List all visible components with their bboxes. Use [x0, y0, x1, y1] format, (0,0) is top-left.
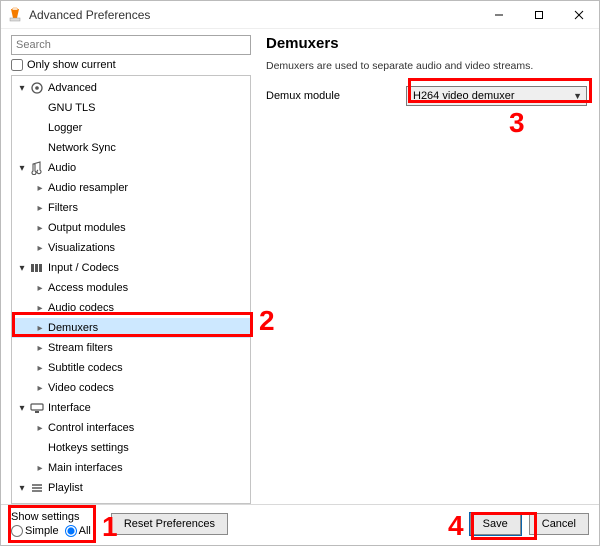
- reset-button[interactable]: Reset Preferences: [111, 513, 228, 535]
- tree-label: Main interfaces: [48, 462, 123, 474]
- tree-label: GNU TLS: [48, 102, 95, 114]
- radio-simple-wrap[interactable]: Simple: [11, 525, 59, 537]
- chevron-down-icon: ▾: [16, 482, 28, 494]
- tree-label: Access modules: [48, 282, 128, 294]
- tree-item-audio-codecs[interactable]: ▸Audio codecs: [12, 298, 250, 318]
- page-title: Demuxers: [266, 35, 587, 52]
- tree-item-hotkeys-settings[interactable]: Hotkeys settings: [12, 438, 250, 458]
- save-button[interactable]: Save: [470, 513, 521, 535]
- tree-label: Output modules: [48, 222, 126, 234]
- tree-item-access-modules[interactable]: ▸Access modules: [12, 278, 250, 298]
- tree-item-filters[interactable]: ▸Filters: [12, 198, 250, 218]
- chevron-right-icon: ▸: [34, 222, 46, 234]
- tree-item-gnutls[interactable]: GNU TLS: [12, 98, 250, 118]
- tree-item-main-interfaces[interactable]: ▸Main interfaces: [12, 458, 250, 478]
- titlebar: Advanced Preferences: [1, 1, 599, 29]
- chevron-right-icon: ▸: [34, 322, 46, 334]
- chevron-down-icon: ▾: [16, 262, 28, 274]
- tree-label: Filters: [48, 202, 78, 214]
- chevron-down-icon: ▾: [16, 162, 28, 174]
- chevron-right-icon: ▸: [34, 182, 46, 194]
- window: Advanced Preferences Only show current: [0, 0, 600, 546]
- tree-label: Control interfaces: [48, 422, 134, 434]
- tree-label: Video codecs: [48, 382, 114, 394]
- maximize-button[interactable]: [519, 1, 559, 29]
- tree-item-audio-resampler[interactable]: ▸Audio resampler: [12, 178, 250, 198]
- tree-label: Logger: [48, 122, 82, 134]
- tree-label: Visualizations: [48, 242, 115, 254]
- tree-label: Interface: [48, 402, 91, 414]
- caret-down-icon: ▼: [573, 91, 582, 101]
- tree-item-visualizations[interactable]: ▸Visualizations: [12, 238, 250, 258]
- window-title: Advanced Preferences: [29, 8, 479, 22]
- gear-icon: [30, 81, 44, 95]
- tree-label: Playlist: [48, 482, 83, 494]
- radio-all-label: All: [79, 525, 91, 537]
- close-button[interactable]: [559, 1, 599, 29]
- tree-item-advanced[interactable]: ▾ Advanced: [12, 78, 250, 98]
- chevron-down-icon: ▾: [16, 402, 28, 414]
- radio-simple[interactable]: [11, 525, 23, 537]
- tree-item-logger[interactable]: Logger: [12, 118, 250, 138]
- demux-module-label: Demux module: [266, 90, 406, 102]
- tree-item-demuxers[interactable]: ▸Demuxers: [12, 318, 250, 338]
- chevron-right-icon: ▸: [34, 382, 46, 394]
- radio-all-wrap[interactable]: All: [65, 525, 91, 537]
- tree-label: Subtitle codecs: [48, 362, 123, 374]
- search-input[interactable]: [11, 35, 251, 55]
- tree-item-input-codecs[interactable]: ▾ Input / Codecs: [12, 258, 250, 278]
- tree-label: Network Sync: [48, 142, 116, 154]
- tree-item-subtitle-codecs[interactable]: ▸Subtitle codecs: [12, 358, 250, 378]
- sidebar: Only show current ▾ Advanced GNU TLS Log…: [1, 29, 254, 504]
- playlist-icon: [30, 481, 44, 495]
- cancel-button[interactable]: Cancel: [529, 513, 589, 535]
- tree-item-network-sync[interactable]: Network Sync: [12, 138, 250, 158]
- page-description: Demuxers are used to separate audio and …: [266, 60, 587, 72]
- demux-module-combo[interactable]: H264 video demuxer ▼: [406, 86, 587, 106]
- tree-label: Hotkeys settings: [48, 442, 129, 454]
- tree-item-stream-filters[interactable]: ▸Stream filters: [12, 338, 250, 358]
- chevron-right-icon: ▸: [34, 302, 46, 314]
- tree-item-audio[interactable]: ▾ Audio: [12, 158, 250, 178]
- only-show-current-checkbox[interactable]: [11, 59, 23, 71]
- demux-module-value: H264 video demuxer: [413, 90, 515, 102]
- tree-item-interface[interactable]: ▾ Interface: [12, 398, 250, 418]
- codecs-icon: [30, 261, 44, 275]
- app-icon: [7, 7, 23, 23]
- show-settings-label: Show settings: [11, 511, 91, 523]
- chevron-right-icon: ▸: [34, 242, 46, 254]
- tree-label: Stream filters: [48, 342, 113, 354]
- tree-label: Demuxers: [48, 322, 98, 334]
- footer: Show settings Simple All Reset Preferenc…: [1, 504, 599, 545]
- chevron-right-icon: ▸: [34, 202, 46, 214]
- chevron-down-icon: ▾: [16, 82, 28, 94]
- main-panel: Demuxers Demuxers are used to separate a…: [254, 29, 599, 504]
- settings-tree[interactable]: ▾ Advanced GNU TLS Logger Network Sync ▾…: [12, 76, 250, 503]
- only-show-current-label: Only show current: [27, 59, 116, 71]
- tree-label: Audio codecs: [48, 302, 114, 314]
- minimize-button[interactable]: [479, 1, 519, 29]
- audio-icon: [30, 161, 44, 175]
- tree-label: Audio: [48, 162, 76, 174]
- window-controls: [479, 1, 599, 29]
- tree-label: Audio resampler: [48, 182, 128, 194]
- tree-item-playlist[interactable]: ▾ Playlist: [12, 478, 250, 498]
- tree-label: Input / Codecs: [48, 262, 119, 274]
- chevron-right-icon: ▸: [34, 462, 46, 474]
- chevron-right-icon: ▸: [34, 342, 46, 354]
- interface-icon: [30, 401, 44, 415]
- tree-label: Advanced: [48, 82, 97, 94]
- tree-item-control-interfaces[interactable]: ▸Control interfaces: [12, 418, 250, 438]
- chevron-right-icon: ▸: [34, 282, 46, 294]
- tree-item-output-modules[interactable]: ▸Output modules: [12, 218, 250, 238]
- chevron-right-icon: ▸: [34, 422, 46, 434]
- tree-item-video-codecs[interactable]: ▸Video codecs: [12, 378, 250, 398]
- radio-simple-label: Simple: [25, 525, 59, 537]
- radio-all[interactable]: [65, 525, 77, 537]
- chevron-right-icon: ▸: [34, 362, 46, 374]
